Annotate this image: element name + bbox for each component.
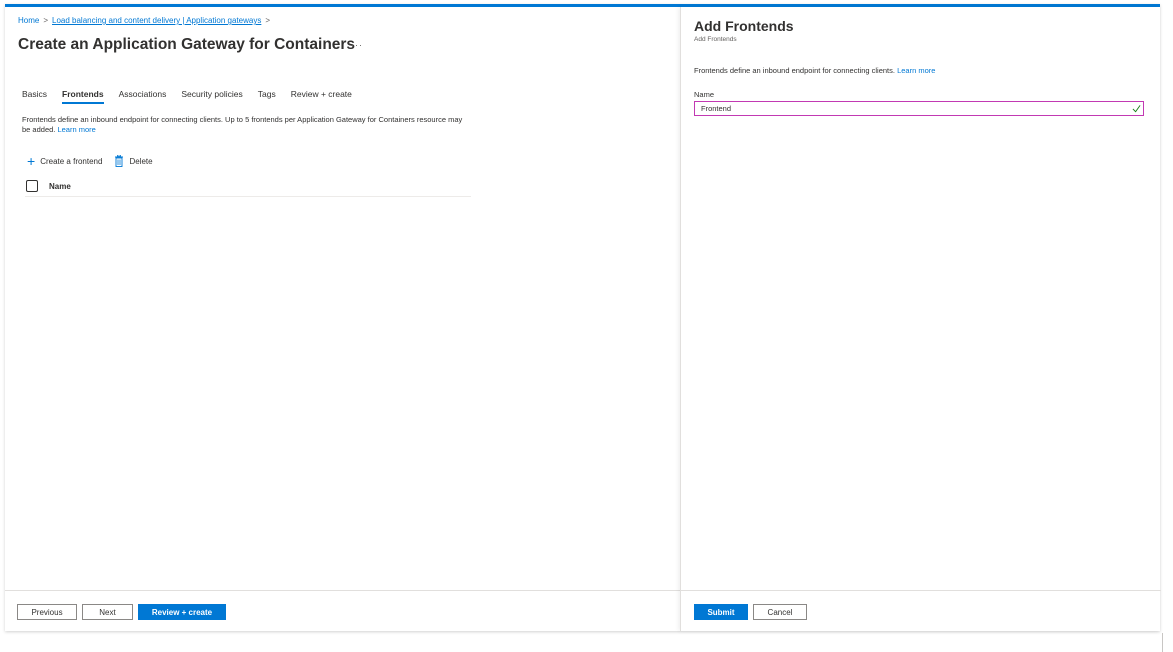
name-input[interactable] bbox=[694, 101, 1144, 116]
main-blade: Home > Load balancing and content delive… bbox=[5, 7, 680, 631]
pane-footer: Submit Cancel bbox=[681, 590, 1161, 631]
pane-title: Add Frontends bbox=[694, 18, 794, 34]
pane-learn-more-link[interactable]: Learn more bbox=[897, 66, 935, 75]
tab-tags[interactable]: Tags bbox=[258, 89, 276, 104]
tab-review-create[interactable]: Review + create bbox=[291, 89, 352, 104]
column-header-name[interactable]: Name bbox=[49, 182, 71, 191]
cancel-button[interactable]: Cancel bbox=[753, 604, 807, 620]
frontends-description: Frontends define an inbound endpoint for… bbox=[22, 115, 472, 135]
pane-description: Frontends define an inbound endpoint for… bbox=[694, 66, 935, 75]
tab-security-policies[interactable]: Security policies bbox=[181, 89, 242, 104]
tab-frontends[interactable]: Frontends bbox=[62, 89, 104, 104]
breadcrumb: Home > Load balancing and content delive… bbox=[18, 16, 270, 25]
learn-more-link[interactable]: Learn more bbox=[57, 125, 95, 134]
checkmark-icon bbox=[1132, 105, 1141, 113]
chevron-right-icon: > bbox=[265, 16, 271, 25]
more-options-icon[interactable]: ··· bbox=[351, 40, 363, 50]
tab-associations[interactable]: Associations bbox=[119, 89, 167, 104]
delete-button[interactable]: Delete bbox=[114, 155, 153, 167]
chevron-right-icon: > bbox=[43, 16, 49, 25]
previous-button[interactable]: Previous bbox=[17, 604, 77, 620]
create-frontend-button[interactable]: + Create a frontend bbox=[27, 153, 103, 169]
add-frontends-pane: Add Frontends Add Frontends Frontends de… bbox=[680, 7, 1161, 631]
delete-label: Delete bbox=[129, 156, 153, 166]
scrollbar[interactable] bbox=[1162, 633, 1163, 652]
tab-bar: Basics Frontends Associations Security p… bbox=[22, 89, 367, 104]
review-create-button[interactable]: Review + create bbox=[138, 604, 226, 620]
submit-button[interactable]: Submit bbox=[694, 604, 748, 620]
tab-basics[interactable]: Basics bbox=[22, 89, 47, 104]
breadcrumb-home[interactable]: Home bbox=[18, 16, 39, 25]
plus-icon: + bbox=[27, 153, 36, 169]
next-button[interactable]: Next bbox=[82, 604, 133, 620]
app-window: Home > Load balancing and content delive… bbox=[5, 4, 1161, 631]
pane-subtitle: Add Frontends bbox=[694, 36, 737, 43]
breadcrumb-trail[interactable]: Load balancing and content delivery | Ap… bbox=[52, 16, 261, 25]
pane-description-text: Frontends define an inbound endpoint for… bbox=[694, 66, 895, 75]
select-all-checkbox[interactable] bbox=[26, 180, 38, 192]
grid-toolbar: + Create a frontend Delete bbox=[27, 153, 161, 169]
name-label: Name bbox=[694, 90, 715, 99]
wizard-footer: Previous Next Review + create bbox=[5, 590, 680, 631]
trash-icon bbox=[115, 155, 124, 167]
page-title: Create an Application Gateway for Contai… bbox=[18, 36, 356, 53]
create-frontend-label: Create a frontend bbox=[40, 156, 103, 166]
grid-header: Name bbox=[25, 176, 471, 197]
